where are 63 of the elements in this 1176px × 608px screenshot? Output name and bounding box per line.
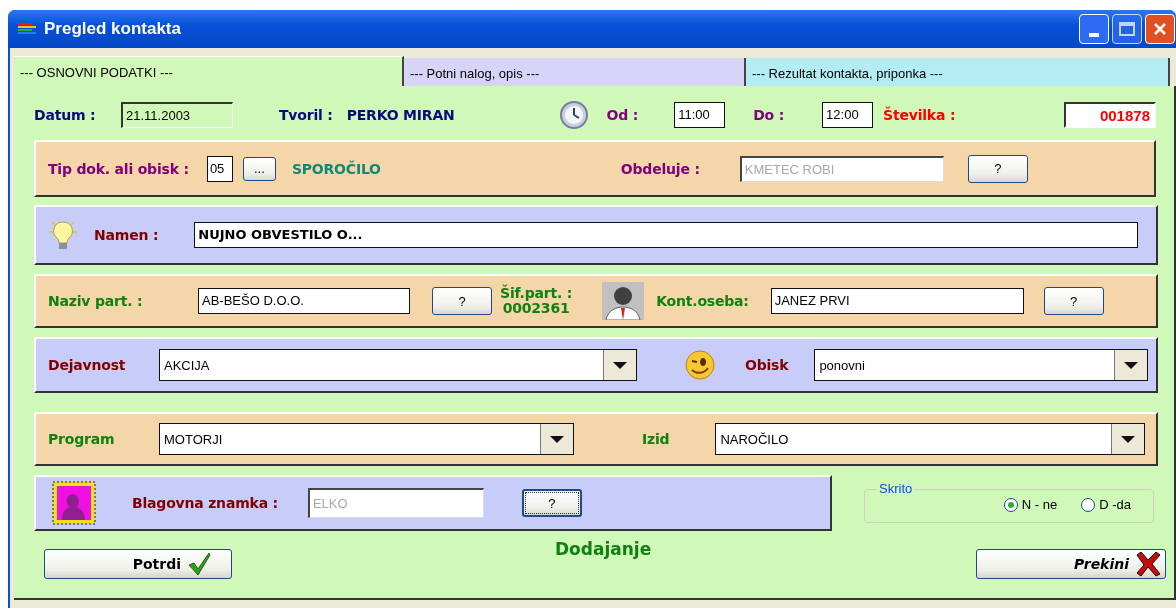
group-title: Skrito: [877, 481, 915, 496]
dropdown-field[interactable]: AKCIJA: [159, 349, 637, 381]
cross-icon: [1135, 551, 1161, 577]
field-label: Tvoril :: [279, 107, 333, 123]
minimize-button[interactable]: [1079, 14, 1109, 44]
cancel-button[interactable]: Prekini: [976, 549, 1166, 579]
field-label: Program: [48, 431, 116, 447]
field-label: Tip dok. ali obisk :: [48, 160, 189, 177]
number-field: 001878: [1064, 102, 1156, 128]
check-icon: [187, 552, 211, 576]
window-title: Pregled kontakta: [44, 19, 181, 39]
field-label: Številka :: [883, 107, 956, 123]
radio-button[interactable]: [1003, 497, 1018, 512]
lookup-button[interactable]: ?: [967, 154, 1028, 183]
creator-name: PERKO MIRAN: [346, 107, 455, 123]
text-field[interactable]: NUJNO OBVESTILO O...: [194, 222, 1139, 248]
text-field[interactable]: AB-BEŠO D.O.O.: [198, 288, 410, 314]
dropdown-value: MOTORJI: [163, 431, 224, 449]
radio-button[interactable]: [1081, 497, 1096, 512]
field-label: Od :: [606, 107, 639, 123]
partner-code: 0002361: [502, 301, 570, 316]
clock-icon: [558, 100, 589, 130]
person-avatar-icon: [602, 282, 645, 320]
tab[interactable]: --- OSNOVNI PODATKI ---: [14, 56, 404, 86]
tab[interactable]: --- Potni nalog, opis ---: [404, 58, 746, 86]
document-type-name: SPOROČILO: [291, 160, 381, 177]
radio-option[interactable]: D -da: [1081, 497, 1131, 512]
field-label: Blagovna znamka :: [132, 495, 278, 511]
browse-button[interactable]: ...: [242, 156, 276, 181]
field-label: Izid: [642, 431, 670, 447]
app-icon: [18, 23, 36, 35]
dropdown-value: AKCIJA: [163, 357, 211, 375]
date-field[interactable]: 21.11.2003: [121, 102, 233, 128]
lookup-button[interactable]: ?: [432, 287, 492, 315]
dropdown-value: ponovni: [818, 357, 866, 375]
text-field[interactable]: 12:00: [822, 102, 874, 128]
tab[interactable]: --- Rezultat kontakta, priponka ---: [746, 58, 1170, 86]
field-label: Obisk: [745, 357, 789, 373]
field-label: Dejavnost: [48, 357, 127, 373]
maximize-button[interactable]: [1112, 14, 1142, 44]
close-icon: [1153, 22, 1167, 36]
field-label: Obdeluje :: [620, 160, 700, 177]
text-field[interactable]: JANEZ PRVI: [770, 288, 1024, 314]
field-label: Do :: [753, 107, 785, 123]
smiley-icon: [683, 349, 717, 381]
dropdown-value: NAROČILO: [719, 431, 790, 449]
light-bulb-icon: [46, 218, 80, 252]
field-label: Naziv part. :: [48, 293, 144, 309]
dropdown-field[interactable]: ponovni: [814, 349, 1149, 381]
radio-option[interactable]: N - ne: [1003, 497, 1058, 512]
confirm-button[interactable]: Potrdi: [44, 549, 232, 579]
field-label: Kont.oseba:: [656, 293, 749, 309]
mode-status: Dodajanje: [555, 539, 652, 559]
lookup-button[interactable]: ?: [1043, 287, 1104, 315]
text-field[interactable]: 05: [206, 155, 233, 182]
field-label: Namen :: [94, 227, 159, 243]
close-button[interactable]: [1145, 14, 1175, 44]
field-label: Šif.part. :: [500, 286, 573, 301]
dropdown-field[interactable]: NAROČILO: [715, 423, 1146, 455]
text-field[interactable]: 11:00: [674, 102, 726, 128]
dropdown-field[interactable]: MOTORJI: [159, 423, 574, 455]
stamp-icon: [52, 481, 96, 525]
field-label: Datum :: [34, 107, 97, 123]
